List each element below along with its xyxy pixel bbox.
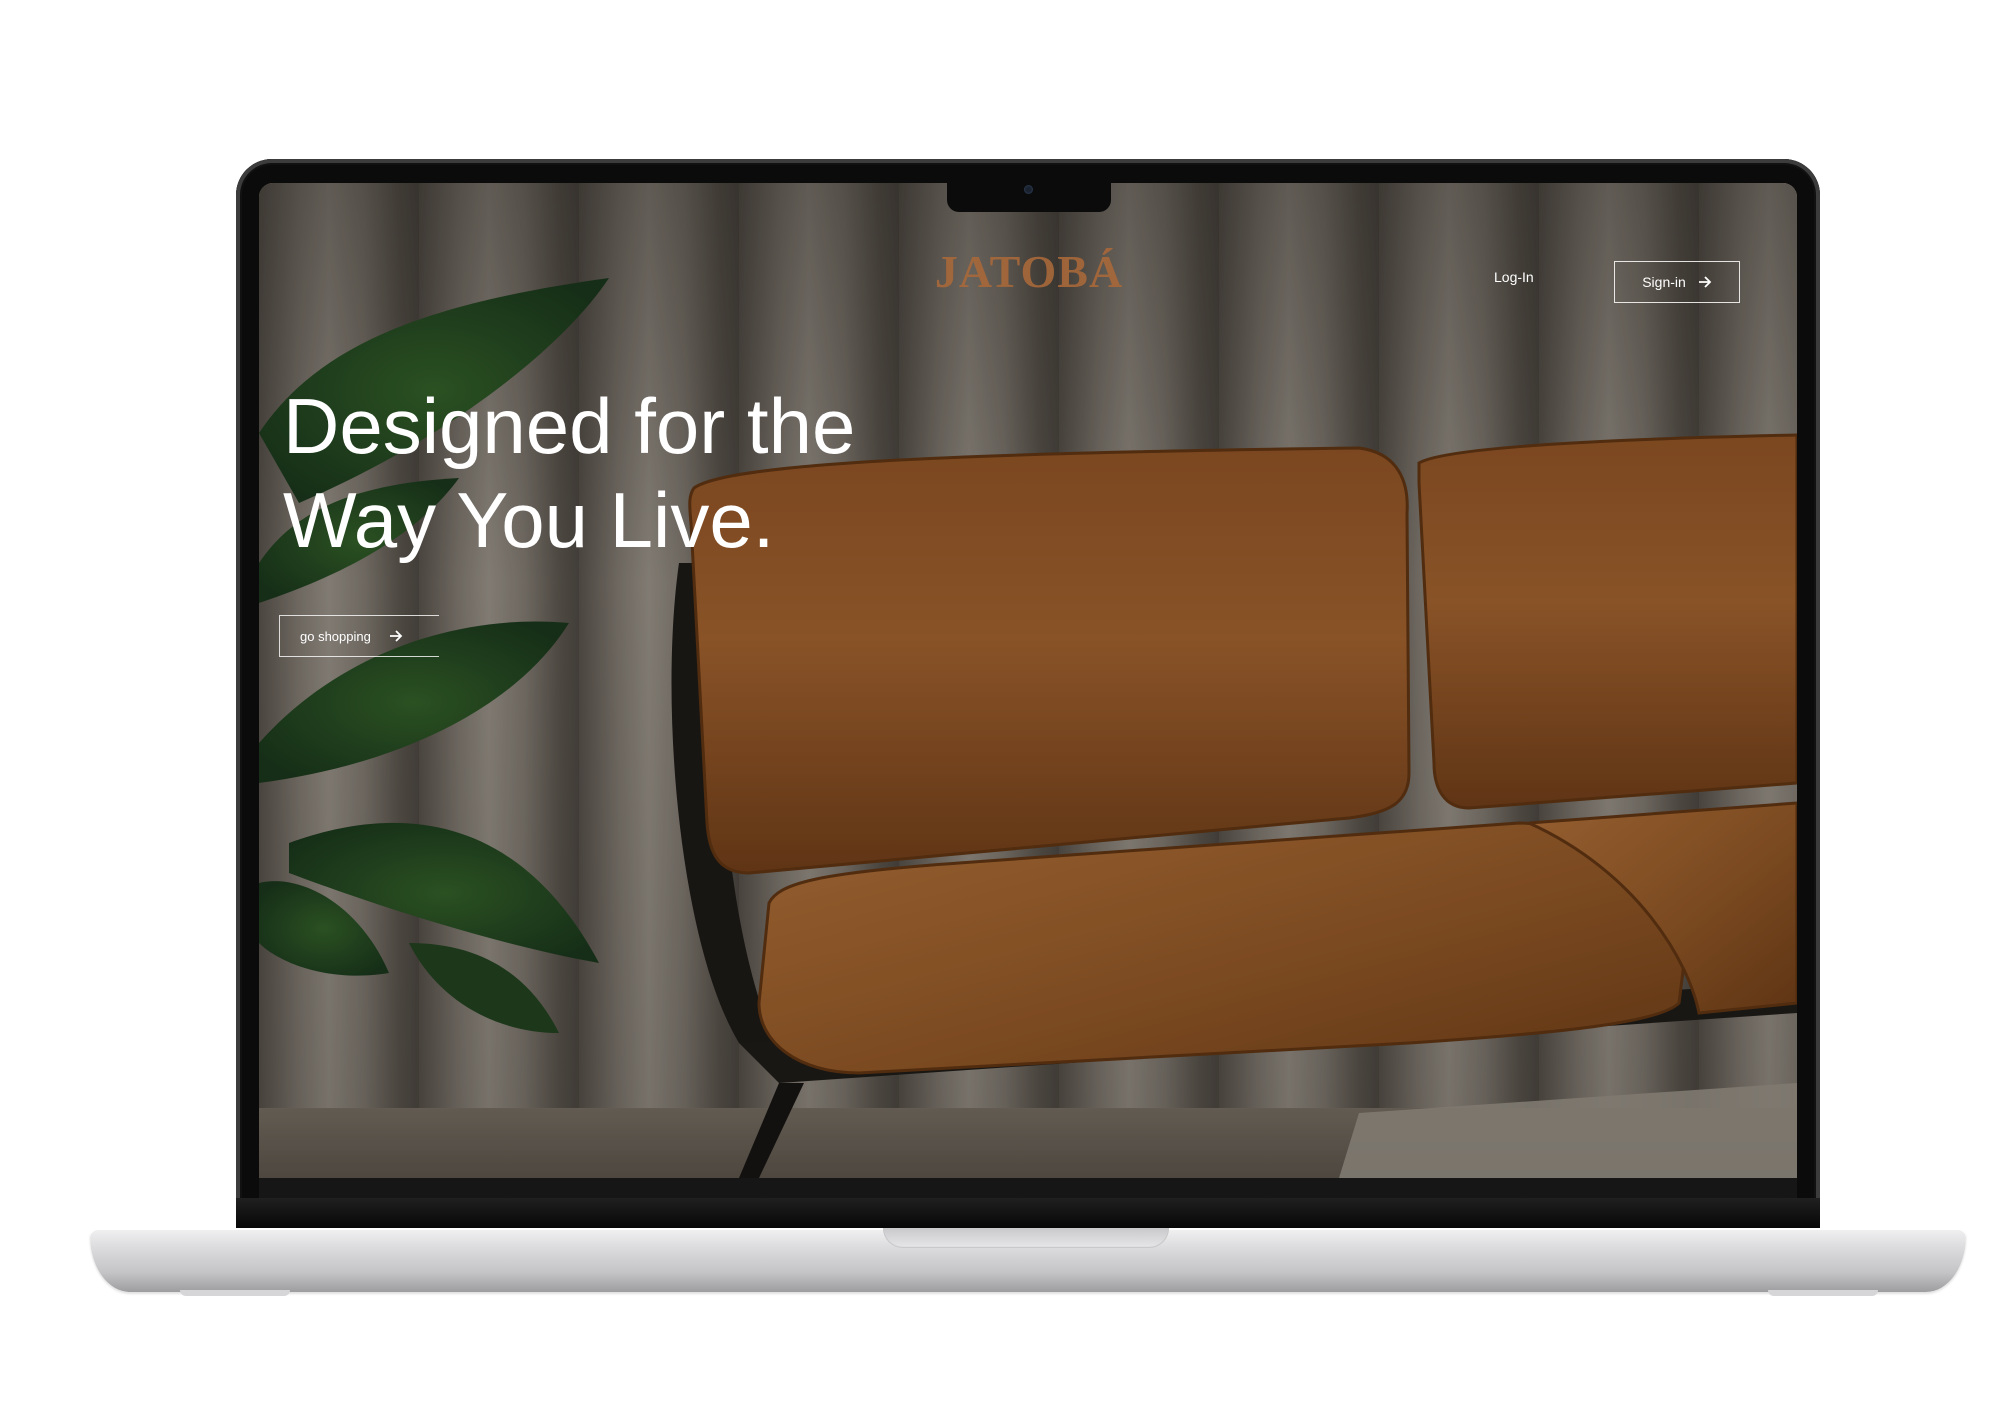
go-shopping-label: go shopping xyxy=(300,628,371,644)
laptop-screen: JATOBÁ Log-In Sign-in Designed for the W… xyxy=(259,183,1797,1178)
laptop-hinge xyxy=(236,1198,1820,1230)
hero-headline-line-1: Designed for the xyxy=(283,382,856,470)
signin-button-label: Sign-in xyxy=(1642,274,1686,290)
mockup-stage: JATOBÁ Log-In Sign-in Designed for the W… xyxy=(0,0,2000,1414)
laptop-foot-right xyxy=(1768,1290,1878,1296)
arrow-right-icon xyxy=(389,630,403,642)
hero-headline: Designed for the Way You Live. xyxy=(283,379,1083,567)
login-link[interactable]: Log-In xyxy=(1494,269,1534,285)
trackpad-opening-notch xyxy=(883,1228,1169,1248)
screen-bezel-bottom xyxy=(259,1178,1797,1198)
hero-background-photo xyxy=(259,183,1797,1178)
signin-button[interactable]: Sign-in xyxy=(1614,261,1740,303)
camera-icon xyxy=(1024,185,1033,194)
hero-headline-line-2: Way You Live. xyxy=(283,476,775,564)
arrow-right-icon xyxy=(1698,276,1712,288)
sofa-illustration xyxy=(259,183,1797,1178)
brand-logo[interactable]: JATOBÁ xyxy=(879,245,1179,298)
laptop-foot-left xyxy=(180,1290,290,1296)
go-shopping-button[interactable]: go shopping xyxy=(279,615,439,657)
